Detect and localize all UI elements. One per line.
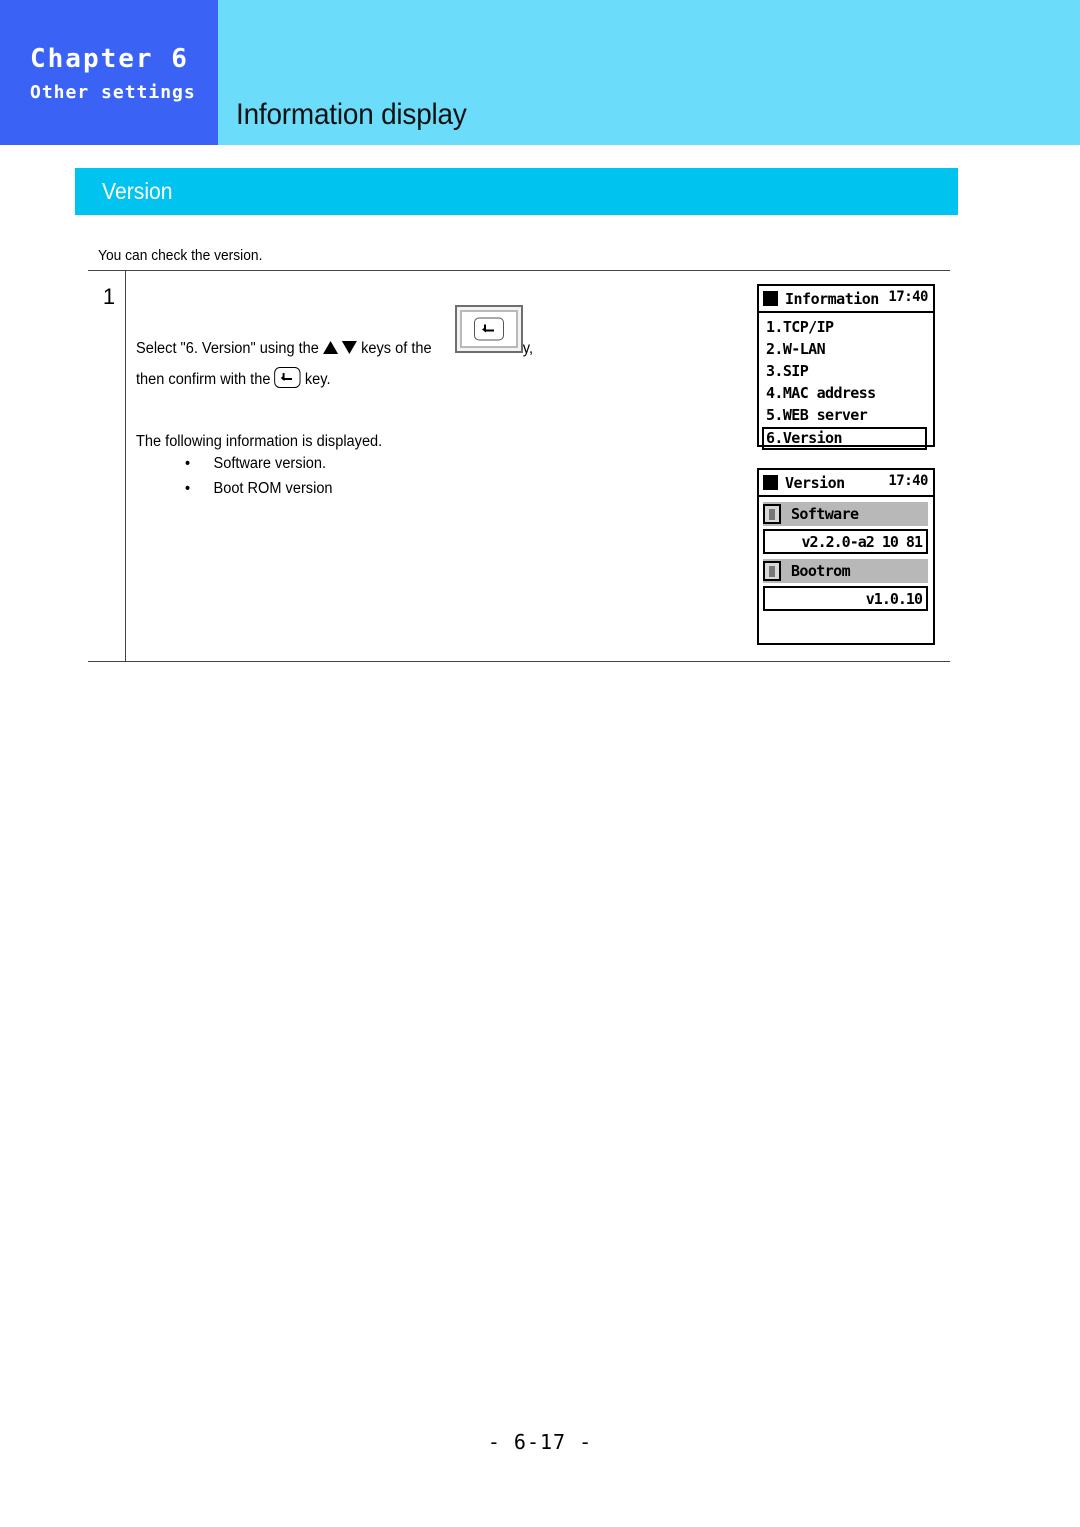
page-title: Information display bbox=[236, 98, 467, 131]
lcd-information-titlebar: Information 17:40 bbox=[759, 286, 933, 313]
navigation-pad-icon bbox=[455, 305, 523, 353]
lcd-menu-item-web-server[interactable]: 5.WEB server bbox=[764, 405, 929, 426]
lcd-field-bootrom-label-row: Bootrom bbox=[763, 559, 928, 583]
lcd-field-bootrom-label: Bootrom bbox=[791, 562, 851, 580]
select-prefix-text: Select "6. Version" using the bbox=[136, 340, 319, 357]
lcd-version-screen: Version 17:40 Software v2.2.0-a2 10 81 B… bbox=[757, 468, 935, 645]
lcd-menu-item-tcpip[interactable]: 1.TCP/IP bbox=[764, 317, 929, 338]
bullet-icon: • bbox=[185, 455, 191, 472]
lcd-field-software-label-row: Software bbox=[763, 502, 928, 526]
page-footer: - 6-17 - bbox=[487, 1430, 593, 1454]
step-instruction-line-2: then confirm with the key. bbox=[136, 367, 331, 389]
bullet-icon: • bbox=[185, 480, 191, 497]
lcd-title-square-icon bbox=[763, 475, 778, 490]
lcd-field-software-value: v2.2.0-a2 10 81 bbox=[801, 532, 923, 551]
lcd-title-square-icon bbox=[763, 291, 778, 306]
lcd-field-software-value-row: v2.2.0-a2 10 81 bbox=[763, 529, 928, 554]
section-bar: Version bbox=[75, 168, 958, 215]
lcd-version-time: 17:40 bbox=[888, 473, 928, 489]
confirm-prefix-text: then confirm with the bbox=[136, 371, 271, 388]
arrow-up-icon bbox=[322, 341, 338, 354]
enter-key-icon bbox=[274, 367, 301, 388]
lcd-menu-item-sip[interactable]: 3.SIP bbox=[764, 361, 929, 382]
lcd-menu-item-wlan[interactable]: 2.W-LAN bbox=[764, 339, 929, 360]
navigation-pad-inner bbox=[460, 310, 518, 348]
confirm-suffix-text: key. bbox=[304, 371, 331, 388]
lcd-information-menu: 1.TCP/IP 2.W-LAN 3.SIP 4.MAC address 5.W… bbox=[759, 313, 933, 450]
list-item: • Boot ROM version bbox=[185, 480, 333, 498]
step-table-top-rule bbox=[88, 270, 950, 271]
step-number: 1 bbox=[102, 284, 116, 309]
chapter-title: Chapter 6 bbox=[30, 44, 189, 74]
navigation-pad-enter-icon bbox=[474, 317, 504, 341]
lcd-field-software-label: Software bbox=[791, 505, 859, 523]
lcd-field-bootrom-value: v1.0.10 bbox=[865, 589, 923, 608]
lcd-information-time: 17:40 bbox=[888, 289, 928, 305]
chapter-box: Chapter 6 Other settings bbox=[0, 0, 218, 145]
arrow-down-icon bbox=[342, 341, 358, 354]
step-following-text: The following information is displayed. bbox=[136, 433, 383, 450]
list-item-label: Software version. bbox=[213, 455, 327, 472]
step-table-left-rule bbox=[125, 271, 126, 661]
lcd-menu-item-mac-address[interactable]: 4.MAC address bbox=[764, 383, 929, 404]
select-mid-text: keys of the bbox=[361, 340, 432, 357]
list-item-label: Boot ROM version bbox=[213, 480, 333, 497]
lcd-field-bootrom-value-row: v1.0.10 bbox=[763, 586, 928, 611]
intro-text: You can check the version. bbox=[98, 247, 263, 264]
step-table-bottom-rule bbox=[88, 661, 950, 662]
lcd-version-title: Version bbox=[785, 473, 845, 492]
lcd-version-titlebar: Version 17:40 bbox=[759, 470, 933, 497]
lcd-information-title: Information bbox=[785, 289, 879, 308]
lcd-information-screen: Information 17:40 1.TCP/IP 2.W-LAN 3.SIP… bbox=[757, 284, 935, 450]
battery-icon bbox=[763, 561, 781, 581]
battery-icon bbox=[763, 504, 781, 524]
chapter-subtitle: Other settings bbox=[30, 82, 196, 103]
lcd-menu-item-version[interactable]: 6.Version bbox=[762, 427, 927, 450]
section-bar-label: Version bbox=[102, 178, 173, 204]
list-item: • Software version. bbox=[185, 455, 326, 473]
